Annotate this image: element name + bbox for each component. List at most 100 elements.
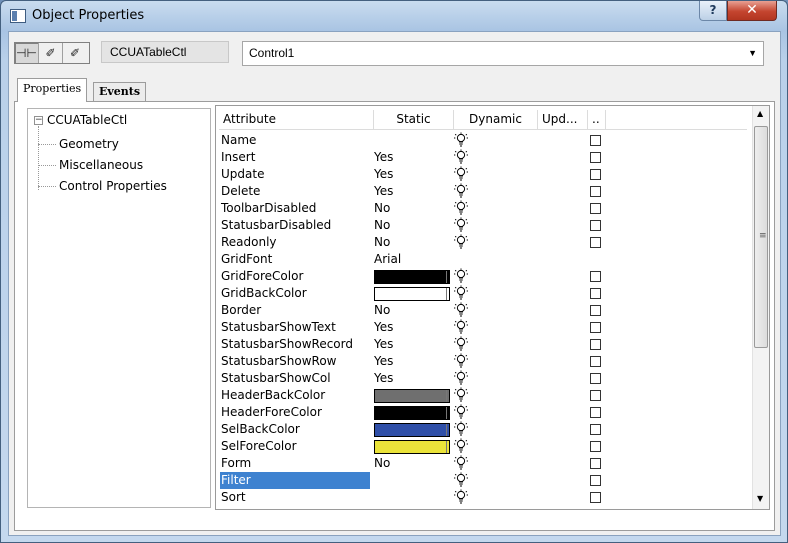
- attribute-name-cell[interactable]: ToolbarDisabled: [220, 200, 370, 217]
- update-checkbox[interactable]: [590, 152, 601, 163]
- update-checkbox[interactable]: [590, 322, 601, 333]
- attribute-name-cell[interactable]: StatusbarShowRow: [220, 353, 370, 370]
- attribute-name-cell[interactable]: Sort: [220, 489, 370, 506]
- table-row[interactable]: HeaderBackColor: [219, 387, 747, 404]
- table-row[interactable]: Filter: [219, 472, 747, 489]
- table-row[interactable]: GridForeColor: [219, 268, 747, 285]
- column-header-update[interactable]: Upd...: [538, 110, 588, 130]
- lightbulb-icon[interactable]: [453, 489, 469, 506]
- lightbulb-icon[interactable]: [453, 421, 469, 438]
- static-value-cell[interactable]: Yes: [374, 370, 454, 387]
- tree-item-control-properties[interactable]: Control Properties: [38, 179, 167, 193]
- lightbulb-icon[interactable]: [453, 166, 469, 183]
- lightbulb-icon[interactable]: [453, 336, 469, 353]
- update-checkbox[interactable]: [590, 288, 601, 299]
- update-checkbox[interactable]: [590, 135, 601, 146]
- static-value-cell[interactable]: No: [374, 217, 454, 234]
- attribute-name-cell[interactable]: SelBackColor: [220, 421, 370, 438]
- tree-item-geometry[interactable]: Geometry: [38, 137, 119, 151]
- title-bar[interactable]: Object Properties ? ✕: [1, 1, 787, 31]
- scrollbar-thumb[interactable]: ≡: [754, 126, 768, 348]
- copy-format-button[interactable]: ✐: [39, 43, 63, 63]
- paste-format-button[interactable]: ✐: [63, 43, 87, 63]
- table-row[interactable]: Update Yes: [219, 166, 747, 183]
- lightbulb-icon[interactable]: [453, 200, 469, 217]
- update-checkbox[interactable]: [590, 475, 601, 486]
- static-value-cell[interactable]: Yes: [374, 336, 454, 353]
- color-swatch[interactable]: [374, 270, 450, 284]
- lightbulb-icon[interactable]: [453, 455, 469, 472]
- update-checkbox[interactable]: [590, 237, 601, 248]
- update-checkbox[interactable]: [590, 220, 601, 231]
- lightbulb-icon[interactable]: [453, 183, 469, 200]
- update-checkbox[interactable]: [590, 271, 601, 282]
- static-value-cell[interactable]: No: [374, 200, 454, 217]
- attribute-name-cell[interactable]: StatusbarShowRecord: [220, 336, 370, 353]
- static-value-cell[interactable]: [374, 489, 454, 506]
- table-row[interactable]: StatusbarShowRow Yes: [219, 353, 747, 370]
- static-value-cell[interactable]: [374, 132, 454, 149]
- table-row[interactable]: ToolbarDisabled No: [219, 200, 747, 217]
- attribute-name-cell[interactable]: Border: [220, 302, 370, 319]
- update-checkbox[interactable]: [590, 169, 601, 180]
- table-row[interactable]: Readonly No: [219, 234, 747, 251]
- tree-item-miscellaneous[interactable]: Miscellaneous: [38, 158, 143, 172]
- color-swatch[interactable]: [374, 406, 450, 420]
- table-row[interactable]: StatusbarShowCol Yes: [219, 370, 747, 387]
- tree-root[interactable]: − CCUATableCtl: [34, 113, 127, 127]
- static-value-cell[interactable]: Yes: [374, 149, 454, 166]
- update-checkbox[interactable]: [590, 407, 601, 418]
- lightbulb-icon[interactable]: [453, 370, 469, 387]
- attribute-name-cell[interactable]: GridForeColor: [220, 268, 370, 285]
- lightbulb-icon[interactable]: [453, 268, 469, 285]
- attribute-name-cell[interactable]: GridFont: [220, 251, 370, 268]
- static-value-cell[interactable]: No: [374, 234, 454, 251]
- close-button[interactable]: ✕: [727, 1, 777, 21]
- table-row[interactable]: StatusbarDisabled No: [219, 217, 747, 234]
- table-row[interactable]: Border No: [219, 302, 747, 319]
- attribute-name-cell[interactable]: Name: [220, 132, 370, 149]
- lightbulb-icon[interactable]: [453, 234, 469, 251]
- update-checkbox[interactable]: [590, 305, 601, 316]
- table-row[interactable]: Sort: [219, 489, 747, 506]
- update-checkbox[interactable]: [590, 203, 601, 214]
- lightbulb-icon[interactable]: [453, 472, 469, 489]
- lightbulb-icon[interactable]: [453, 404, 469, 421]
- lightbulb-icon[interactable]: [453, 319, 469, 336]
- table-row[interactable]: GridFont Arial: [219, 251, 747, 268]
- column-header-dynamic[interactable]: Dynamic: [454, 110, 538, 130]
- table-row[interactable]: Delete Yes: [219, 183, 747, 200]
- attribute-name-cell[interactable]: Insert: [220, 149, 370, 166]
- update-checkbox[interactable]: [590, 390, 601, 401]
- update-checkbox[interactable]: [590, 424, 601, 435]
- table-row[interactable]: SelBackColor: [219, 421, 747, 438]
- static-value-cell[interactable]: No: [374, 455, 454, 472]
- attribute-name-cell[interactable]: SelForeColor: [220, 438, 370, 455]
- collapse-icon[interactable]: −: [34, 115, 43, 125]
- vertical-scrollbar[interactable]: ▲ ≡ ▼: [752, 106, 769, 509]
- attribute-name-cell[interactable]: HeaderBackColor: [220, 387, 370, 404]
- column-header-attribute[interactable]: Attribute: [219, 110, 374, 130]
- color-swatch[interactable]: [374, 389, 450, 403]
- color-swatch[interactable]: [374, 440, 450, 454]
- update-checkbox[interactable]: [590, 492, 601, 503]
- control-select[interactable]: Control1 ▼: [242, 41, 764, 66]
- color-swatch[interactable]: [374, 287, 450, 301]
- color-swatch[interactable]: [374, 423, 450, 437]
- attribute-name-cell[interactable]: Delete: [220, 183, 370, 200]
- tab-events[interactable]: Events: [93, 82, 147, 101]
- static-value-cell[interactable]: Arial: [374, 251, 454, 268]
- pin-button[interactable]: ⊣⊢: [15, 43, 39, 63]
- table-row[interactable]: SelForeColor: [219, 438, 747, 455]
- table-row[interactable]: HeaderForeColor: [219, 404, 747, 421]
- attribute-name-cell[interactable]: HeaderForeColor: [220, 404, 370, 421]
- static-value-cell[interactable]: Yes: [374, 183, 454, 200]
- attribute-name-cell[interactable]: Filter: [220, 472, 370, 489]
- attribute-name-cell[interactable]: StatusbarShowCol: [220, 370, 370, 387]
- tab-properties[interactable]: Properties: [17, 78, 88, 102]
- table-row[interactable]: Form No: [219, 455, 747, 472]
- lightbulb-icon[interactable]: [453, 149, 469, 166]
- table-row[interactable]: StatusbarShowRecord Yes: [219, 336, 747, 353]
- lightbulb-icon[interactable]: [453, 438, 469, 455]
- lightbulb-icon[interactable]: [453, 132, 469, 149]
